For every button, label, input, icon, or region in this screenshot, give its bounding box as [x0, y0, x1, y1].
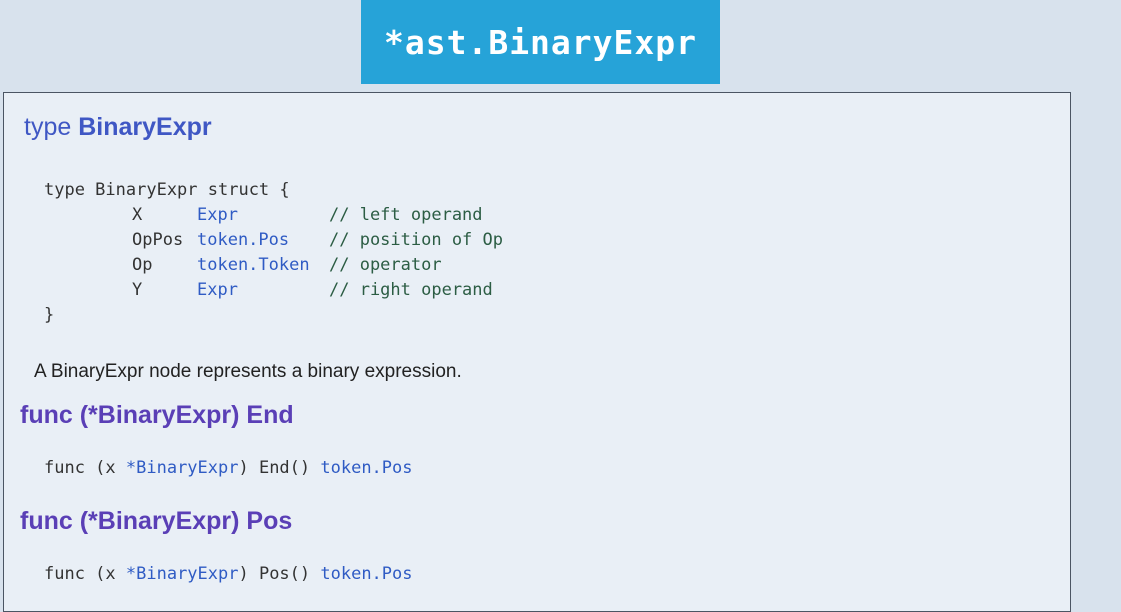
field-type: token.Token — [197, 255, 310, 275]
page-title-banner: *ast.BinaryExpr — [361, 0, 720, 84]
method-signature-end: func (x *BinaryExpr) End() token.Pos — [44, 456, 413, 481]
type-name: BinaryExpr — [78, 113, 212, 141]
struct-close-line: } — [44, 305, 55, 325]
field-comment: // position of Op — [329, 230, 503, 250]
field-name: Y — [132, 280, 143, 300]
field-comment: // operator — [329, 255, 442, 275]
page-title: *ast.BinaryExpr — [383, 22, 697, 62]
sig-receiver: *BinaryExpr — [125, 564, 239, 584]
struct-field-row: Op token.Token // operator — [44, 253, 503, 278]
sig-return-type: token.Pos — [320, 458, 413, 478]
sig-prefix: func (x — [44, 458, 126, 478]
sig-middle: ) Pos() — [238, 564, 321, 584]
struct-field-row: OpPos token.Pos // position of Op — [44, 228, 503, 253]
field-comment: // right operand — [329, 280, 493, 300]
method-signature-pos: func (x *BinaryExpr) Pos() token.Pos — [44, 562, 413, 587]
field-type: token.Pos — [197, 230, 290, 250]
method-heading-end[interactable]: func (*BinaryExpr) End — [20, 401, 294, 430]
struct-code-block: type BinaryExpr struct { X Expr // left ope… — [44, 178, 503, 328]
type-heading[interactable]: type BinaryExpr — [24, 113, 212, 142]
sig-return-type: token.Pos — [320, 564, 413, 584]
field-type: Expr — [197, 280, 238, 300]
field-name: OpPos — [132, 230, 184, 250]
field-name: X — [132, 205, 143, 225]
type-keyword: type — [24, 113, 72, 141]
method-heading-pos[interactable]: func (*BinaryExpr) Pos — [20, 507, 292, 536]
doc-panel: type BinaryExpr type BinaryExpr struct {… — [3, 92, 1071, 612]
field-type: Expr — [197, 205, 238, 225]
struct-field-row: X Expr // left operand — [44, 203, 503, 228]
struct-open-line: type BinaryExpr struct { — [44, 180, 290, 200]
struct-field-row: Y Expr // right operand — [44, 278, 503, 303]
sig-middle: ) End() — [238, 458, 321, 478]
field-comment: // left operand — [329, 205, 483, 225]
sig-prefix: func (x — [44, 564, 126, 584]
sig-receiver: *BinaryExpr — [125, 458, 239, 478]
field-name: Op — [132, 255, 153, 275]
type-description: A BinaryExpr node represents a binary ex… — [34, 361, 462, 382]
